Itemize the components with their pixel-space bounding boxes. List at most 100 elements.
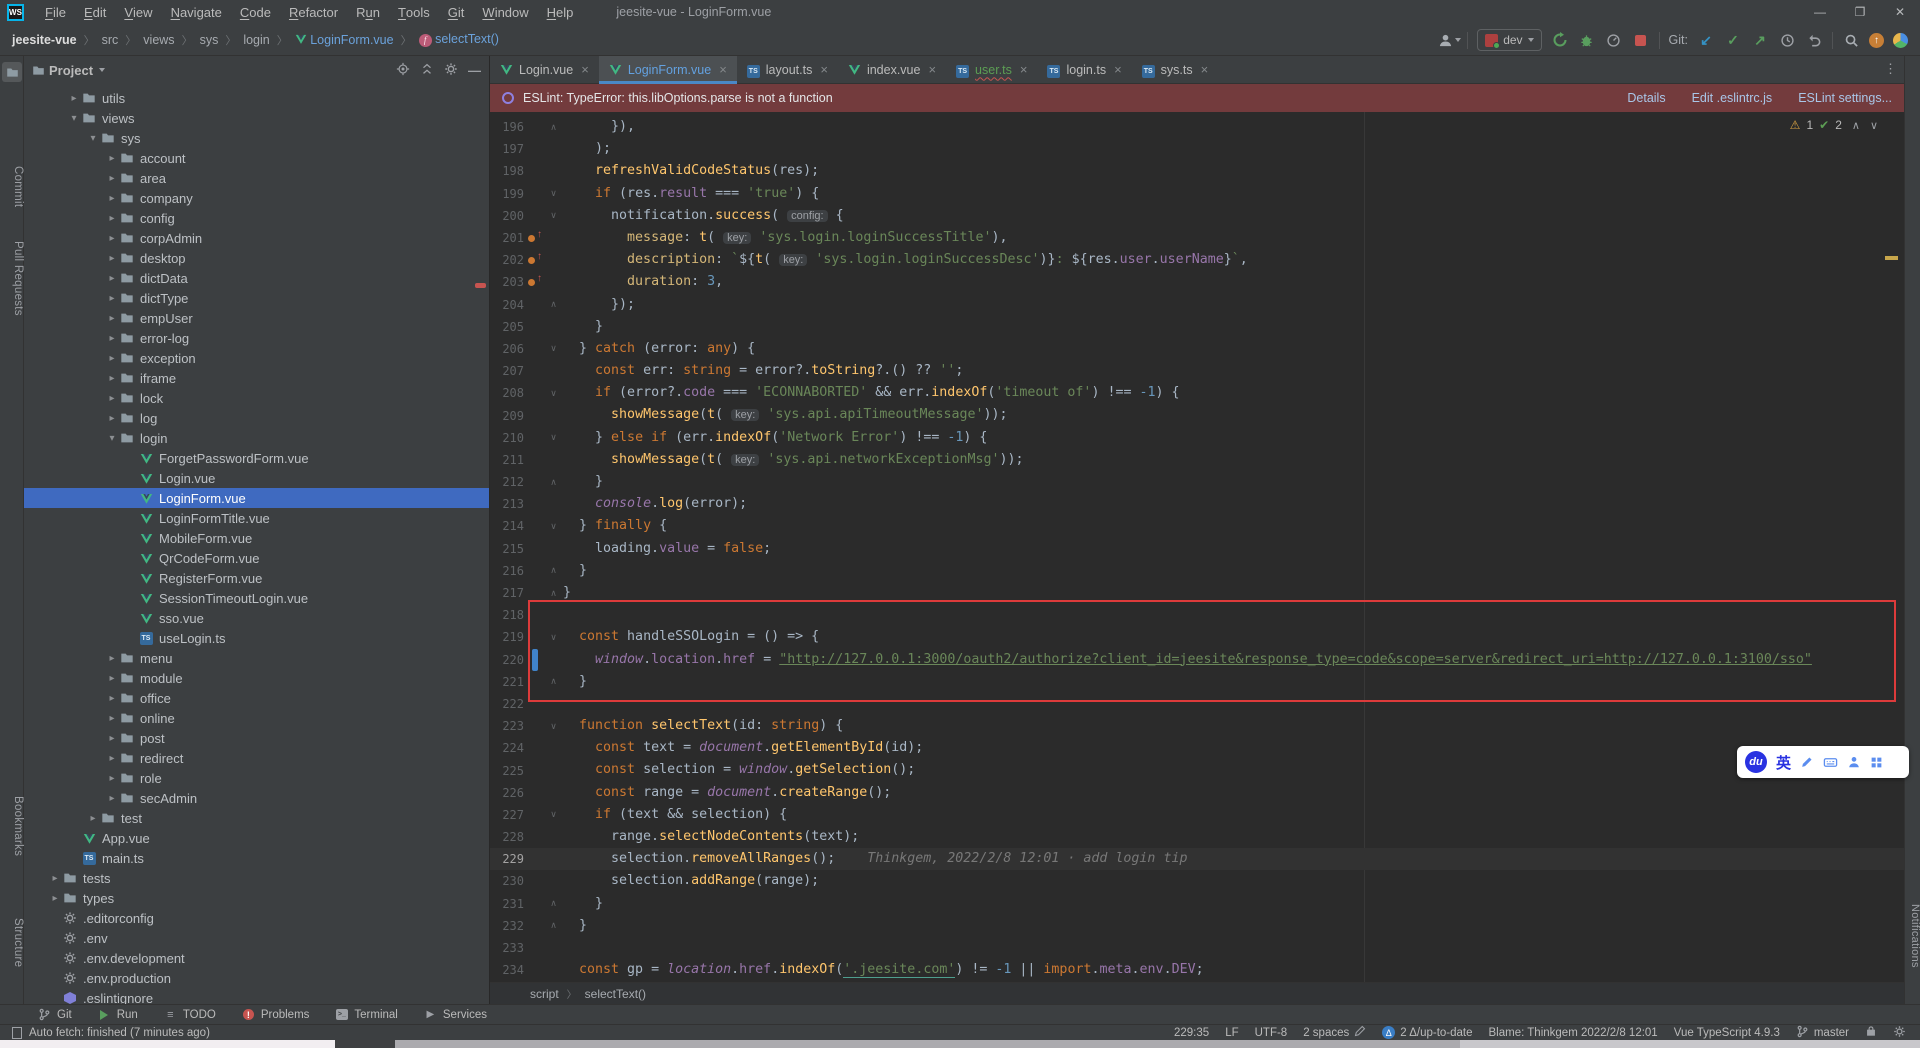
line-number[interactable]: 203 — [490, 275, 524, 289]
line-number[interactable]: 199 — [490, 187, 524, 201]
breadcrumb-symbol[interactable]: selectText() — [585, 987, 646, 1001]
chevron-icon[interactable]: ▸ — [86, 813, 100, 824]
tab-Login.vue[interactable]: Login.vue× — [490, 56, 599, 83]
banner-action-eslint-settings-[interactable]: ESLint settings... — [1798, 91, 1892, 105]
status-item-229-35[interactable]: 229:35 — [1174, 1027, 1209, 1039]
line-number[interactable]: 213 — [490, 497, 524, 511]
breadcrumb-file[interactable]: LoginForm.vue — [295, 33, 394, 47]
locate-file-icon[interactable] — [396, 62, 410, 79]
tree-item-company[interactable]: ▸company — [24, 188, 490, 208]
tree-item-ForgetPasswordForm.vue[interactable]: ForgetPasswordForm.vue — [24, 448, 490, 468]
line-number[interactable]: 214 — [490, 519, 524, 533]
tree-item-test[interactable]: ▸test — [24, 808, 490, 828]
chevron-icon[interactable]: ▸ — [105, 193, 119, 204]
pull-requests-tool-window-button[interactable]: Pull Requests — [0, 241, 24, 316]
tree-item-LoginFormTitle.vue[interactable]: LoginFormTitle.vue — [24, 508, 490, 528]
line-number[interactable]: 227 — [490, 808, 524, 822]
menu-refactor[interactable]: Refactor — [280, 0, 347, 24]
line-number[interactable]: 212 — [490, 475, 524, 489]
fold-marker-icon[interactable]: ∨ — [544, 210, 563, 221]
code-viewport[interactable]: 196∧ }),197 );198 refreshValidCodeStatus… — [490, 112, 1904, 982]
tree-item-.env[interactable]: .env — [24, 928, 490, 948]
status-item-icon[interactable] — [1893, 1025, 1906, 1041]
fold-marker-icon[interactable]: ∧ — [544, 588, 563, 599]
breadcrumb-script[interactable]: script — [530, 987, 559, 1001]
chevron-icon[interactable]: ▾ — [86, 133, 100, 144]
project-panel-title[interactable]: Project — [49, 63, 93, 78]
breadcrumb-sys[interactable]: sys — [200, 33, 219, 47]
line-number[interactable]: 223 — [490, 719, 524, 733]
chevron-icon[interactable]: ▾ — [105, 433, 119, 444]
close-tab-icon[interactable]: × — [1020, 62, 1028, 77]
close-tab-icon[interactable]: × — [1201, 62, 1209, 77]
status-item-2[interactable]: Δ2 Δ/up-to-date — [1382, 1026, 1472, 1039]
tree-item-log[interactable]: ▸log — [24, 408, 490, 428]
line-number[interactable]: 228 — [490, 830, 524, 844]
tree-item-main.ts[interactable]: TSmain.ts — [24, 848, 490, 868]
line-number[interactable]: 224 — [490, 741, 524, 755]
line-number[interactable]: 201 — [490, 231, 524, 245]
chevron-icon[interactable]: ▸ — [105, 233, 119, 244]
tool-window-git[interactable]: Git — [38, 1008, 72, 1021]
chevron-icon[interactable]: ▸ — [105, 353, 119, 364]
line-number[interactable]: 210 — [490, 431, 524, 445]
tree-item-secAdmin[interactable]: ▸secAdmin — [24, 788, 490, 808]
banner-action-edit-eslintrc-js[interactable]: Edit .eslintrc.js — [1692, 91, 1773, 105]
tree-item-sso.vue[interactable]: sso.vue — [24, 608, 490, 628]
stop-icon[interactable] — [1632, 31, 1650, 49]
fold-marker-icon[interactable]: ∨ — [544, 809, 563, 820]
run-configuration-select[interactable]: dev — [1477, 29, 1541, 51]
chevron-icon[interactable]: ▸ — [48, 893, 62, 904]
line-number[interactable]: 230 — [490, 874, 524, 888]
tree-item-module[interactable]: ▸module — [24, 668, 490, 688]
breadcrumb-project[interactable]: jeesite-vue — [12, 33, 77, 47]
plugin-sphere-icon[interactable] — [1893, 33, 1908, 48]
commit-tool-window-button[interactable]: Commit — [0, 166, 24, 207]
status-item-2[interactable]: 2 spaces — [1303, 1025, 1366, 1040]
tool-window-run[interactable]: Run — [98, 1008, 138, 1021]
tool-window-todo[interactable]: ≡TODO — [164, 1008, 216, 1021]
status-item-lf[interactable]: LF — [1225, 1027, 1238, 1039]
breadcrumb-login[interactable]: login — [243, 33, 269, 47]
tree-item-sys[interactable]: ▾sys — [24, 128, 490, 148]
fold-marker-icon[interactable]: ∧ — [544, 477, 563, 488]
chevron-icon[interactable]: ▸ — [105, 253, 119, 264]
tree-item-config[interactable]: ▸config — [24, 208, 490, 228]
line-number[interactable]: 218 — [490, 608, 524, 622]
ime-account-icon[interactable] — [1847, 755, 1861, 769]
menu-navigate[interactable]: Navigate — [162, 0, 231, 24]
tab-user.ts[interactable]: TSuser.ts× — [946, 56, 1037, 83]
tree-item-area[interactable]: ▸area — [24, 168, 490, 188]
menu-file[interactable]: File — [36, 0, 75, 24]
tree-item-useLogin.ts[interactable]: TSuseLogin.ts — [24, 628, 490, 648]
close-tab-icon[interactable]: × — [581, 62, 589, 77]
banner-action-details[interactable]: Details — [1627, 91, 1665, 105]
line-number[interactable]: 200 — [490, 209, 524, 223]
menu-window[interactable]: Window — [473, 0, 537, 24]
line-number[interactable]: 198 — [490, 164, 524, 178]
line-number[interactable]: 204 — [490, 298, 524, 312]
tab-layout.ts[interactable]: TSlayout.ts× — [737, 56, 838, 83]
fold-marker-icon[interactable]: ∧ — [544, 898, 563, 909]
run-icon[interactable] — [1551, 31, 1569, 49]
tree-item-desktop[interactable]: ▸desktop — [24, 248, 490, 268]
tree-item-iframe[interactable]: ▸iframe — [24, 368, 490, 388]
fold-marker-icon[interactable]: ∨ — [544, 343, 563, 354]
line-number[interactable]: 216 — [490, 564, 524, 578]
line-number[interactable]: 220 — [490, 653, 524, 667]
tree-item-tests[interactable]: ▸tests — [24, 868, 490, 888]
ime-pen-icon[interactable] — [1800, 755, 1814, 769]
bookmarks-tool-window-button[interactable]: Bookmarks — [0, 796, 24, 856]
breadcrumb-symbol[interactable]: f selectText() — [419, 32, 499, 47]
tree-item-redirect[interactable]: ▸redirect — [24, 748, 490, 768]
fold-marker-icon[interactable]: ∨ — [544, 388, 563, 399]
fold-marker-icon[interactable]: ∨ — [544, 188, 563, 199]
tab-login.ts[interactable]: TSlogin.ts× — [1037, 56, 1131, 83]
fold-marker-icon[interactable]: ∧ — [544, 299, 563, 310]
status-item-utf-8[interactable]: UTF-8 — [1255, 1027, 1288, 1039]
tree-item-login[interactable]: ▾login — [24, 428, 490, 448]
hide-panel-icon[interactable]: — — [468, 63, 481, 78]
chevron-icon[interactable]: ▸ — [105, 753, 119, 764]
tree-item-LoginForm.vue[interactable]: LoginForm.vue — [24, 488, 490, 508]
status-item-vue[interactable]: Vue TypeScript 4.9.3 — [1674, 1027, 1780, 1039]
